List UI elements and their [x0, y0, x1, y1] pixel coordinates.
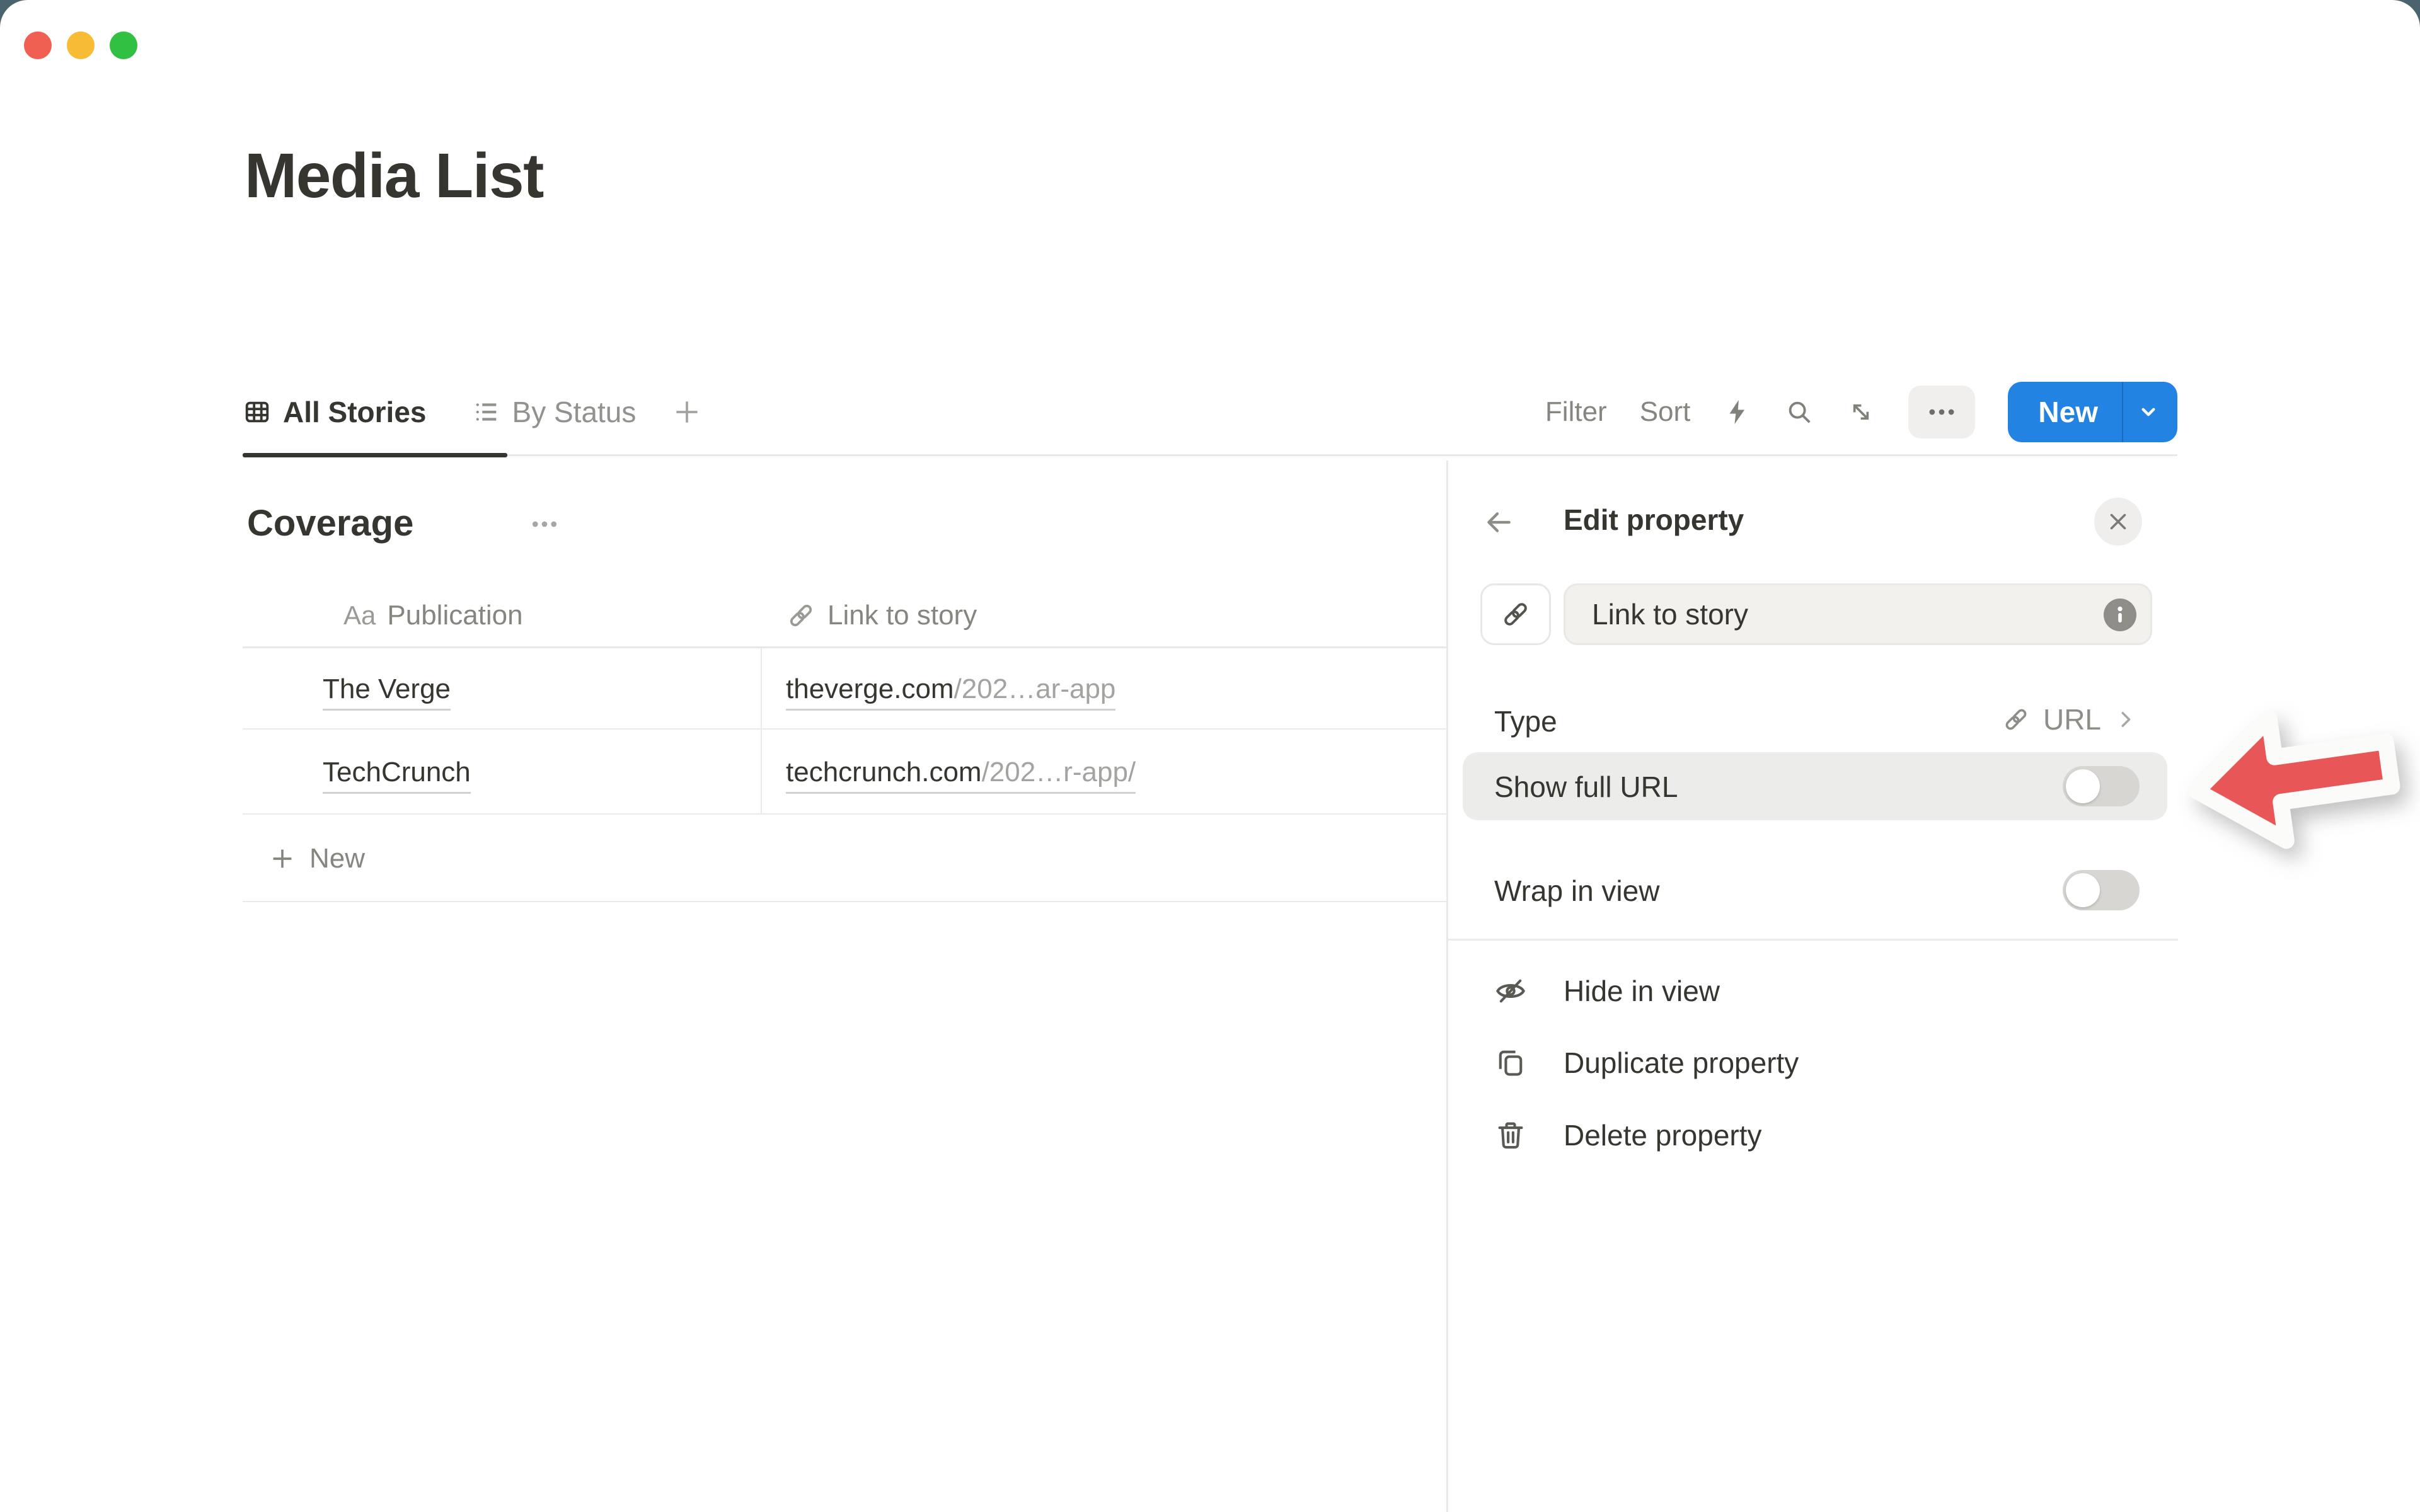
search-icon[interactable] [1785, 398, 1814, 427]
wrap-in-view-toggle[interactable] [2063, 870, 2140, 910]
page-title: Media List [245, 140, 543, 212]
toggle-knob [2066, 769, 2100, 803]
toggle-label: Wrap in view [1494, 874, 1659, 908]
property-icon-button[interactable] [1480, 583, 1551, 645]
add-row-button[interactable]: New [243, 816, 1446, 902]
add-view-plus-icon[interactable] [671, 396, 703, 428]
menu-item-label: Duplicate property [1564, 1046, 1799, 1080]
close-window-button[interactable] [24, 32, 52, 59]
table-options-ellipsis-icon[interactable] [528, 508, 561, 541]
property-name-row: Link to story [1480, 583, 2152, 645]
eye-slash-icon [1494, 975, 1527, 1007]
ellipsis-icon [1925, 396, 1958, 428]
red-arrow-annotation [2171, 677, 2414, 878]
url-truncated: /202…r-app/ [982, 757, 1136, 788]
close-panel-button[interactable] [2094, 498, 2142, 546]
panel-divider [1448, 939, 2178, 941]
close-icon [2107, 510, 2129, 533]
link-icon [2002, 705, 2031, 734]
property-name-input[interactable]: Link to story [1564, 583, 2152, 645]
panel-title: Edit property [1564, 503, 1744, 537]
text-type-icon: Aa [343, 600, 376, 631]
table-row: TechCrunch techcrunch.com/202…r-app/ [243, 731, 1446, 815]
type-value: URL [2002, 690, 2138, 748]
view-toolbar: All Stories By Status Filt [243, 369, 2177, 456]
publication-cell[interactable]: TechCrunch [323, 757, 471, 788]
sort-button[interactable]: Sort [1640, 396, 1691, 428]
info-icon[interactable] [2104, 598, 2136, 631]
link-icon [786, 600, 816, 631]
type-row[interactable]: Type URL [1448, 690, 2178, 748]
url-cell[interactable]: theverge.com/202…ar-app [786, 673, 1115, 705]
column-header-publication[interactable]: Aa Publication [343, 600, 523, 631]
edit-property-panel: Edit property Link to story [1446, 461, 2178, 1512]
toggle-knob [2066, 873, 2100, 907]
publication-cell[interactable]: The Verge [323, 673, 451, 705]
tab-all-stories[interactable]: All Stories [243, 395, 427, 429]
column-label: Link to story [827, 600, 977, 631]
property-name-value: Link to story [1592, 597, 1748, 631]
url-truncated: /202…ar-app [954, 673, 1116, 704]
chevron-down-icon[interactable] [2123, 399, 2177, 425]
menu-item-delete-property[interactable]: Delete property [1448, 1100, 2178, 1171]
tab-label: All Stories [283, 395, 427, 429]
filter-button[interactable]: Filter [1545, 396, 1607, 428]
tab-label: By Status [512, 395, 637, 429]
column-header-link-to-story[interactable]: Link to story [786, 600, 977, 631]
table-header-row: Aa Publication Link to story [243, 585, 1446, 648]
menu-item-hide-in-view[interactable]: Hide in view [1448, 956, 2178, 1026]
table-row: The Verge theverge.com/202…ar-app [243, 650, 1446, 730]
add-row-label: New [309, 843, 365, 874]
panel-header: Edit property [1448, 498, 2178, 546]
new-button[interactable]: New [2008, 382, 2177, 442]
zoom-window-button[interactable] [110, 32, 137, 59]
list-view-icon [472, 398, 501, 427]
url-domain: techcrunch.com [786, 757, 982, 788]
menu-item-duplicate-property[interactable]: Duplicate property [1448, 1028, 2178, 1098]
more-options-button[interactable] [1908, 386, 1975, 438]
back-arrow-icon[interactable] [1483, 507, 1514, 538]
chevron-right-icon [2114, 707, 2138, 731]
wrap-in-view-row[interactable]: Wrap in view [1463, 857, 2167, 923]
duplicate-icon [1494, 1046, 1527, 1079]
plus-icon [268, 844, 297, 873]
column-label: Publication [387, 600, 522, 631]
show-full-url-toggle[interactable] [2063, 766, 2140, 806]
new-button-label: New [2008, 395, 2122, 429]
minimize-window-button[interactable] [67, 32, 95, 59]
lightning-icon[interactable] [1723, 398, 1752, 427]
expand-icon[interactable] [1847, 398, 1876, 427]
type-value-label: URL [2043, 702, 2101, 736]
menu-item-label: Delete property [1564, 1118, 1762, 1152]
toggle-label: Show full URL [1494, 770, 1678, 804]
trash-icon [1494, 1119, 1527, 1152]
url-cell[interactable]: techcrunch.com/202…r-app/ [786, 757, 1136, 788]
app-window: Media List All Stories [0, 0, 2420, 1512]
url-domain: theverge.com [786, 673, 954, 704]
show-full-url-row[interactable]: Show full URL [1463, 752, 2167, 820]
menu-item-label: Hide in view [1564, 974, 1720, 1008]
link-icon [1500, 598, 1531, 630]
tab-by-status[interactable]: By Status [472, 395, 637, 429]
table-title: Coverage [247, 503, 413, 545]
type-label: Type [1494, 704, 1557, 738]
active-tab-underline [243, 453, 507, 457]
table-view-icon [243, 398, 272, 427]
